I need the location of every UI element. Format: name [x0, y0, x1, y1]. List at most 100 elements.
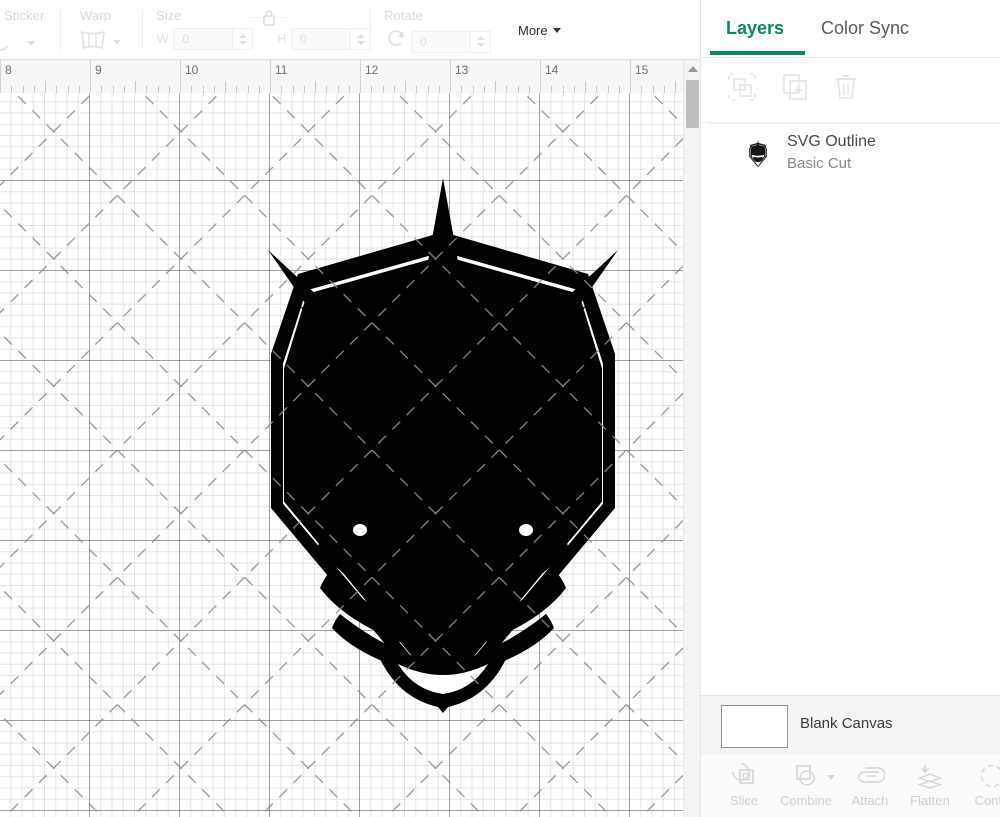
blank-canvas-label: Blank Canvas — [800, 715, 893, 732]
height-field-label: H — [277, 32, 286, 46]
ruler-tick — [11, 86, 13, 93]
toolbar-group-size: Size W 0 H 0 — [155, 0, 371, 60]
delete-icon[interactable] — [831, 72, 865, 106]
ruler-tick — [247, 86, 249, 93]
lock-icon[interactable] — [260, 8, 278, 33]
ruler-tick — [146, 86, 148, 93]
ruler-tick — [393, 86, 395, 93]
toolbar-divider-3 — [370, 10, 371, 50]
ruler-tick — [562, 86, 564, 93]
toolbar-group-warp: Warp — [76, 0, 146, 60]
blank-canvas-row[interactable]: Blank Canvas — [701, 695, 1000, 757]
ruler-tick — [517, 86, 519, 93]
tab-color-sync[interactable]: Color Sync — [821, 18, 909, 39]
flatten-button[interactable]: Flatten — [899, 761, 961, 815]
sticker-icon[interactable] — [0, 28, 22, 59]
tabs-divider — [701, 57, 1000, 58]
duplicate-icon[interactable] — [780, 72, 814, 106]
contour-icon — [978, 761, 1000, 791]
ruler-tick — [427, 86, 429, 93]
ruler-tick — [506, 86, 508, 93]
scrollbar-thumb[interactable] — [686, 80, 699, 128]
panel-bottom-toolbar: Slice Combine Attach Flatten Con — [701, 755, 1000, 817]
sticker-caret-down-icon[interactable] — [27, 41, 35, 46]
ruler-tick — [675, 81, 676, 93]
ruler-tick — [123, 86, 125, 93]
ruler-tick — [596, 86, 598, 93]
ruler-label: 13 — [455, 63, 469, 77]
tab-layers[interactable]: Layers — [726, 18, 784, 39]
ruler-major-line — [540, 60, 541, 93]
ruler-tick — [292, 86, 294, 93]
ruler-tick — [315, 81, 316, 93]
layer-list-item-svg-outline[interactable]: SVG Outline Basic Cut — [701, 123, 1000, 185]
width-stepper[interactable] — [233, 28, 254, 50]
combine-label: Combine — [779, 793, 833, 808]
combine-icon — [792, 761, 820, 791]
layer-title: SVG Outline — [787, 133, 876, 150]
ruler-label: 9 — [95, 63, 102, 77]
warp-caret-down-icon[interactable] — [113, 40, 121, 45]
rotate-icon[interactable] — [385, 28, 407, 55]
rotate-stepper[interactable] — [471, 30, 491, 53]
ruler-tick — [168, 86, 170, 93]
ruler-major-line — [180, 60, 181, 93]
height-input[interactable]: 0 — [291, 28, 351, 50]
artwork-crowned-tiger-shield[interactable] — [248, 178, 638, 728]
ruler-tick — [67, 86, 69, 93]
ruler-tick — [371, 86, 373, 93]
tab-active-underline — [710, 51, 805, 55]
design-canvas[interactable] — [0, 93, 683, 817]
ruler-tick — [112, 86, 114, 93]
layer-row-divider — [709, 123, 1000, 124]
sticker-label: Sticker — [4, 8, 45, 23]
ruler-tick — [202, 86, 204, 93]
ruler-tick — [22, 86, 24, 93]
toolbar-group-rotate: Rotate 0 — [383, 0, 503, 60]
ruler-tick — [585, 81, 586, 93]
ruler-tick — [258, 86, 260, 93]
ruler-tick — [618, 86, 620, 93]
ruler-major-line — [90, 60, 91, 93]
canvas-vertical-scrollbar[interactable] — [683, 60, 701, 817]
layer-tools-bar — [701, 60, 1000, 123]
width-input[interactable]: 0 — [173, 28, 234, 50]
rotate-input[interactable]: 0 — [411, 30, 471, 53]
combine-caret-down-icon[interactable] — [827, 775, 835, 780]
ruler-tick — [281, 86, 283, 93]
scroll-up-caret-up-icon[interactable] — [688, 66, 698, 72]
ruler-label: 8 — [5, 63, 12, 77]
ruler-tick — [495, 81, 496, 93]
warp-icon[interactable] — [78, 28, 108, 57]
slice-icon — [730, 761, 758, 791]
toolbar-divider-2 — [142, 10, 143, 50]
contour-button[interactable]: Conto — [961, 761, 1000, 815]
ruler-tick — [337, 86, 339, 93]
ruler-tick — [225, 81, 226, 93]
ruler-major-line — [0, 60, 1, 93]
panel-tabs: Layers Color Sync — [701, 0, 1000, 60]
flatten-label: Flatten — [910, 793, 950, 808]
combine-button[interactable]: Combine — [775, 761, 837, 815]
slice-button[interactable]: Slice — [713, 761, 775, 815]
warp-label: Warp — [80, 8, 111, 23]
layer-text-block: SVG Outline Basic Cut — [787, 131, 876, 175]
ruler-tick — [641, 86, 643, 93]
more-button[interactable]: More — [518, 23, 561, 38]
ruler-label: 14 — [545, 63, 559, 77]
ruler-tick — [191, 86, 193, 93]
horizontal-ruler: 8 9 10 11 12 13 14 15 — [0, 60, 683, 94]
ruler-tick — [551, 86, 553, 93]
ruler-tick — [157, 86, 159, 93]
ruler-tick — [33, 86, 35, 93]
ruler-label: 11 — [275, 63, 288, 77]
ruler-tick — [652, 86, 654, 93]
height-stepper[interactable] — [351, 28, 371, 50]
attach-button[interactable]: Attach — [839, 761, 901, 815]
group-icon[interactable] — [727, 72, 761, 106]
layer-subtitle: Basic Cut — [787, 155, 852, 172]
ruler-tick — [461, 86, 463, 93]
ruler-tick — [438, 86, 440, 93]
ruler-major-line — [360, 60, 361, 93]
ruler-label: 10 — [185, 63, 199, 77]
